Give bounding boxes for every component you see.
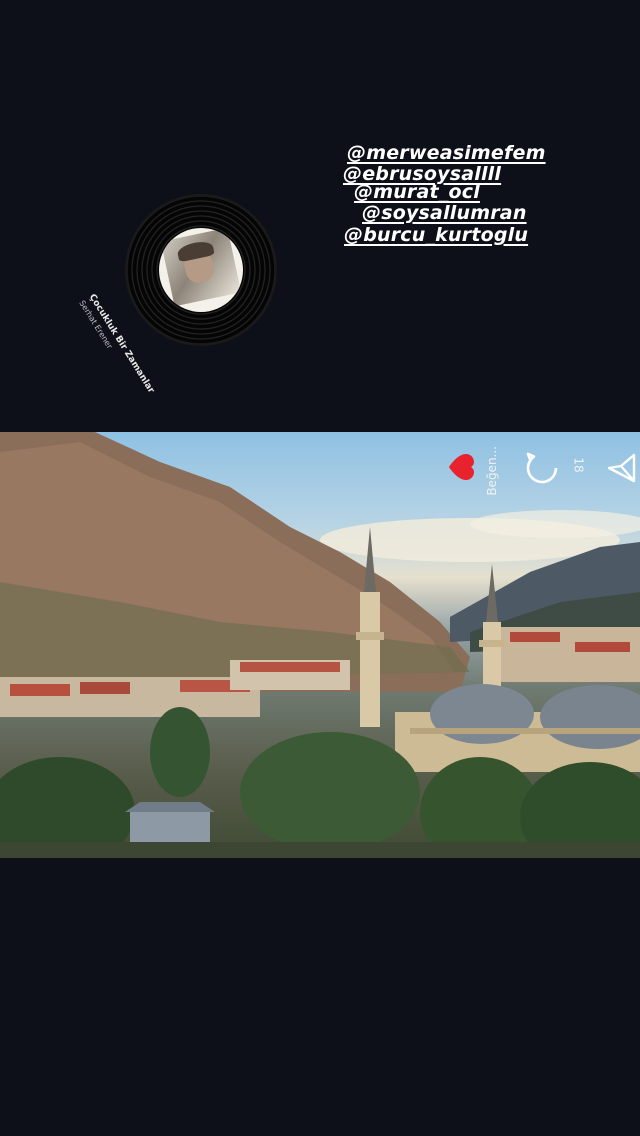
share-paper-plane-icon[interactable] xyxy=(606,452,638,484)
comment-bubble-icon[interactable] xyxy=(525,451,559,485)
song-artist: Serhat Erener xyxy=(77,298,115,351)
artist-photo xyxy=(160,228,242,307)
music-sticker-vinyl[interactable] xyxy=(127,196,275,344)
mention-link[interactable]: @murat_ocl xyxy=(354,181,480,203)
mention-link[interactable]: @soysallumran xyxy=(362,202,527,224)
comment-count: 18 xyxy=(571,457,586,473)
likes-label: Beğen... xyxy=(485,446,499,496)
landscape-illustration xyxy=(0,432,640,858)
album-art xyxy=(159,228,243,312)
mention-link[interactable]: @merweasimefem xyxy=(347,142,546,164)
mention-link[interactable]: @burcu_kurtoglu xyxy=(344,224,528,246)
like-heart-icon[interactable] xyxy=(446,452,476,482)
reposted-post-image[interactable] xyxy=(0,432,640,858)
